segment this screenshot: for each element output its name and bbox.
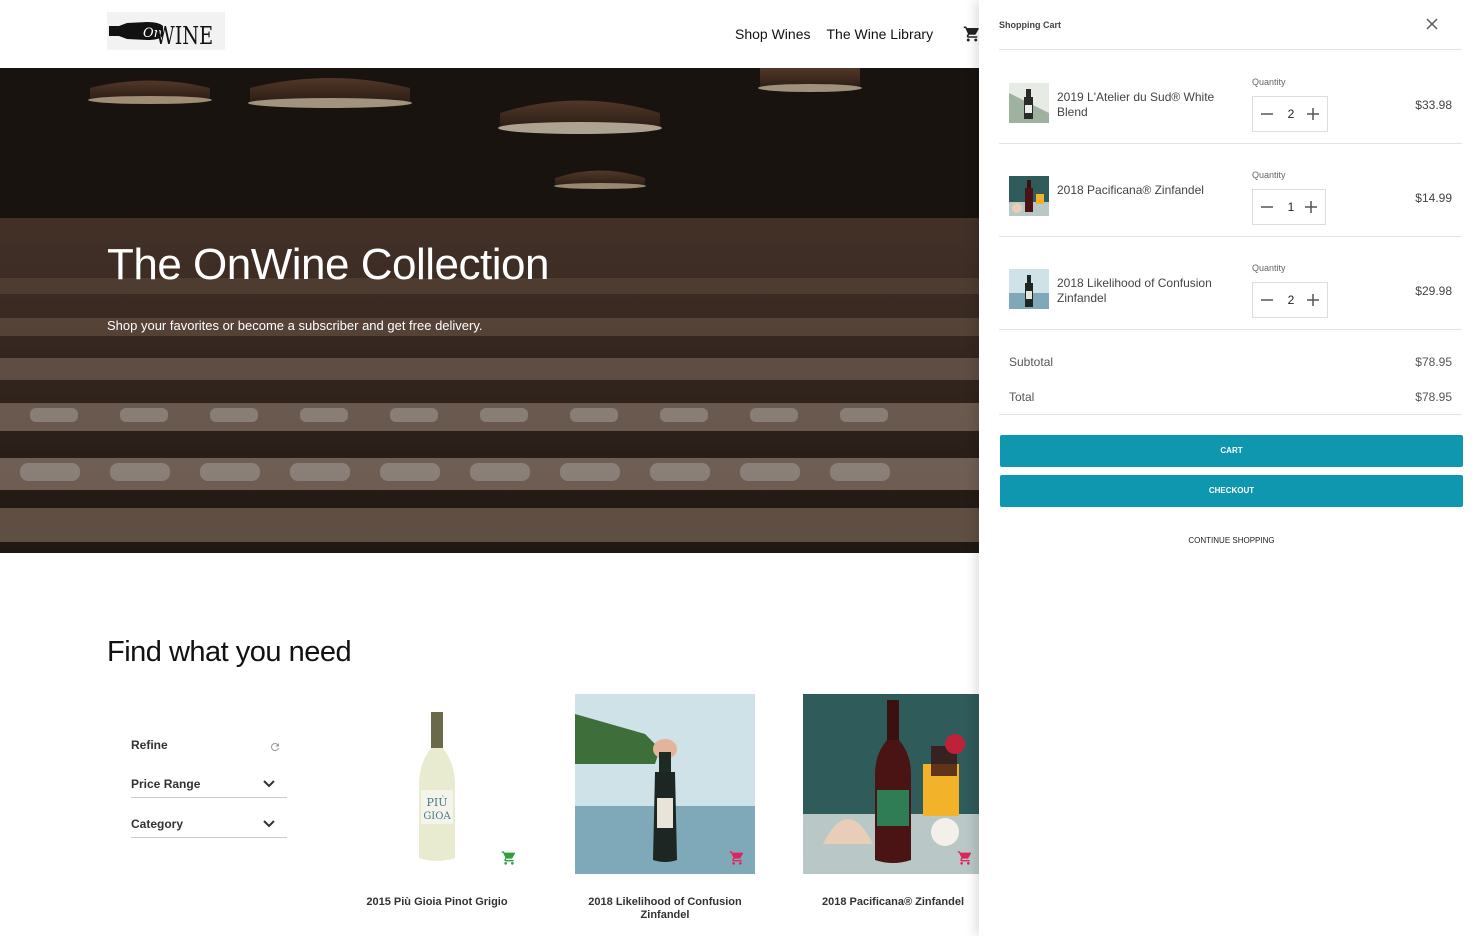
item-price: $14.99 [1415, 191, 1452, 205]
filter-label: Category [131, 817, 184, 831]
item-name[interactable]: 2018 Likelihood of Confusion Zinfandel [1057, 276, 1217, 306]
quantity-stepper: 2 [1252, 282, 1328, 318]
shopping-cart-drawer: Shopping Cart 2019 L'Atelier du Sud® Whi… [979, 0, 1478, 936]
filter-label: Price Range [131, 777, 201, 791]
refine-header: Refine [131, 738, 287, 758]
bottle-image [575, 694, 755, 874]
main-nav: Shop Wines The Wine Library [735, 26, 933, 42]
filter-category[interactable]: Category [131, 812, 287, 838]
filter-price-range[interactable]: Price Range [131, 772, 287, 798]
total-value: $78.95 [1415, 390, 1452, 404]
minus-icon[interactable] [1259, 106, 1275, 122]
minus-icon[interactable] [1259, 292, 1275, 308]
logo-icon: On WINE [107, 12, 225, 50]
cart-button[interactable]: CART [1000, 435, 1463, 467]
subtotal-label: Subtotal [1009, 355, 1054, 369]
quantity-value[interactable]: 2 [1281, 293, 1301, 307]
refresh-icon[interactable] [269, 741, 281, 753]
quantity-label: Quantity [1252, 77, 1286, 87]
subtotal-value: $78.95 [1415, 355, 1452, 369]
minus-icon[interactable] [1259, 199, 1275, 215]
cart-fill [501, 851, 515, 865]
plus-icon[interactable] [1305, 106, 1321, 122]
quantity-stepper: 1 [1252, 189, 1326, 225]
svg-text:PIÙ: PIÙ [426, 795, 447, 809]
add-to-cart-icon[interactable] [501, 850, 517, 866]
quantity-label: Quantity [1252, 263, 1286, 273]
divider [999, 329, 1462, 330]
drawer-title: Shopping Cart [999, 20, 1061, 30]
refine-panel: Refine Price Range Category [131, 738, 287, 838]
quantity-label: Quantity [1252, 170, 1286, 180]
product-image[interactable] [575, 694, 755, 874]
checkout-button[interactable]: CHECKOUT [1000, 475, 1463, 507]
item-name[interactable]: 2018 Pacificana® Zinfandel [1057, 183, 1217, 198]
product-image[interactable] [803, 694, 983, 874]
item-thumbnail[interactable] [1009, 176, 1049, 216]
refine-label: Refine [131, 738, 168, 752]
product-card[interactable]: 2018 Likelihood of Confusion Zinfandel [575, 694, 755, 922]
svg-text:WINE: WINE [155, 23, 213, 50]
product-name[interactable]: 2015 Più Gioia Pinot Grigio [347, 896, 527, 909]
chevron-down-icon [263, 780, 275, 788]
nav-shop-wines[interactable]: Shop Wines [735, 26, 810, 42]
hero-subtitle: Shop your favorites or become a subscrib… [107, 318, 483, 333]
quantity-value[interactable]: 2 [1281, 107, 1301, 121]
item-price: $29.98 [1415, 284, 1452, 298]
continue-shopping-link[interactable]: CONTINUE SHOPPING [1000, 536, 1463, 545]
chevron-down-icon [263, 820, 275, 828]
cart-item: 2018 Likelihood of Confusion Zinfandel Q… [999, 236, 1462, 329]
bottle-thumbnail [1009, 269, 1049, 309]
bottle-thumbnail [1009, 176, 1049, 216]
bottle-thumbnail [1009, 83, 1049, 123]
svg-text:GIOA: GIOA [423, 811, 451, 822]
quantity-stepper: 2 [1252, 96, 1328, 132]
bottle-image: PIÙ GIOA [347, 694, 527, 874]
total-label: Total [1009, 390, 1035, 404]
section-title: Find what you need [107, 636, 352, 668]
hero-title: The OnWine Collection [107, 240, 549, 289]
cart-item: 2018 Pacificana® Zinfandel Quantity 1 $1… [999, 143, 1462, 236]
page: On WINE Shop Wines The Wine Library The … [0, 0, 1478, 936]
hero-banner: The OnWine Collection Shop your favorite… [0, 68, 979, 553]
add-to-cart-icon[interactable] [957, 850, 973, 866]
item-thumbnail[interactable] [1009, 83, 1049, 123]
cart-item: 2019 L'Atelier du Sud® White Blend Quant… [999, 50, 1462, 143]
product-card[interactable]: PIÙ GIOA 2015 Più Gioia Pinot Grigio [347, 694, 527, 909]
item-thumbnail[interactable] [1009, 269, 1049, 309]
close-icon[interactable] [1426, 18, 1438, 30]
divider [999, 414, 1462, 415]
item-price: $33.98 [1415, 98, 1452, 112]
product-image[interactable]: PIÙ GIOA [347, 694, 527, 874]
product-name[interactable]: 2018 Likelihood of Confusion Zinfandel [575, 896, 755, 922]
product-card[interactable]: 2018 Pacificana® Zinfandel [803, 694, 983, 909]
plus-icon[interactable] [1303, 199, 1319, 215]
item-name[interactable]: 2019 L'Atelier du Sud® White Blend [1057, 90, 1217, 120]
plus-icon[interactable] [1305, 292, 1321, 308]
hero-image [0, 68, 979, 553]
logo[interactable]: On WINE [107, 12, 225, 50]
product-name[interactable]: 2018 Pacificana® Zinfandel [803, 896, 983, 909]
quantity-value[interactable]: 1 [1281, 200, 1301, 214]
add-to-cart-icon[interactable] [729, 850, 745, 866]
nav-wine-library[interactable]: The Wine Library [826, 26, 933, 42]
bottle-image [803, 694, 983, 874]
